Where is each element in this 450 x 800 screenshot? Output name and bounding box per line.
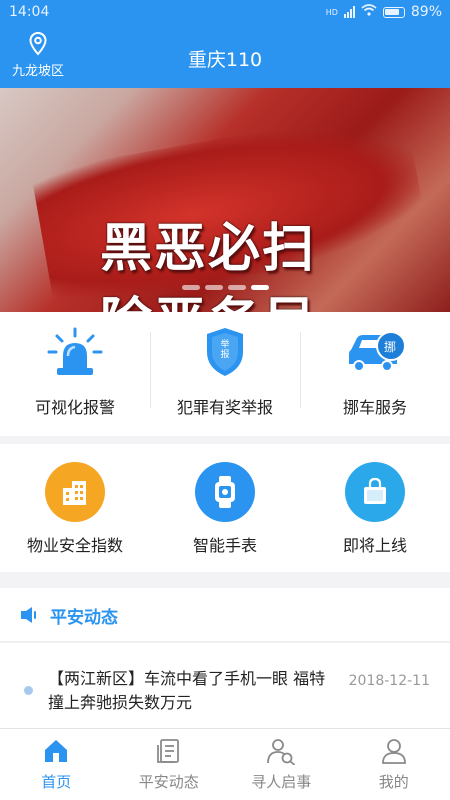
report-badge-text: 举报 <box>220 340 230 360</box>
service-move-car[interactable]: 挪 挪车服务 <box>300 312 450 436</box>
tab-label: 首页 <box>41 773 72 791</box>
app-header: 九龙坡区 重庆110 <box>0 26 450 88</box>
report-badge-icon: 举报 <box>203 326 247 378</box>
service-label: 物业安全指数 <box>26 536 123 555</box>
service-crime-report[interactable]: 举报 犯罪有奖举报 <box>150 312 300 436</box>
tab-label: 平安动态 <box>138 773 199 791</box>
list-bullet <box>24 686 33 695</box>
tab-label: 寻人启事 <box>251 773 312 791</box>
carousel-indicator <box>0 285 450 290</box>
service-smart-watch[interactable]: 智能手表 <box>150 444 300 572</box>
banner-line1: 黑恶必扫 <box>100 218 317 279</box>
tab-news[interactable]: 平安动态 <box>113 729 226 800</box>
speaker-icon <box>20 606 40 628</box>
carousel-dot[interactable] <box>181 285 200 290</box>
signal-icon <box>343 6 355 18</box>
services-row-1: 可视化报警 举报 犯罪有奖举报 挪 挪车服务 <box>0 312 450 436</box>
move-car-badge-text: 挪 <box>384 340 397 354</box>
wifi-icon <box>361 4 377 20</box>
tab-missing-persons[interactable]: 寻人启事 <box>225 729 338 800</box>
service-property-safety[interactable]: 物业安全指数 <box>0 444 150 572</box>
tab-label: 我的 <box>378 773 409 791</box>
battery-icon <box>382 6 405 18</box>
status-bar: 14:04 HD 89% <box>0 0 450 26</box>
move-car-icon: 挪 <box>343 326 407 378</box>
shopping-bag-icon <box>345 462 405 522</box>
carousel-dot[interactable] <box>227 285 246 290</box>
service-label: 挪车服务 <box>342 398 407 417</box>
tab-profile[interactable]: 我的 <box>338 729 450 800</box>
battery-percent: 89% <box>410 4 442 20</box>
user-icon <box>380 737 408 769</box>
carousel-dot-active[interactable] <box>250 285 269 290</box>
network-hd-label: HD <box>325 7 338 17</box>
service-visual-alarm[interactable]: 可视化报警 <box>0 312 150 436</box>
status-time: 14:04 <box>9 4 50 20</box>
building-icon <box>45 462 105 522</box>
status-icons: HD 89% <box>326 4 442 20</box>
smart-watch-icon <box>195 462 255 522</box>
service-label: 即将上线 <box>342 536 407 555</box>
news-section-header: 平安动态 <box>0 588 450 642</box>
news-icon <box>155 737 183 769</box>
tab-home[interactable]: 首页 <box>0 729 113 800</box>
news-section-title: 平安动态 <box>50 608 118 628</box>
news-headline: 【两江新区】车流中看了手机一眼 福特撞上奔驰损失数万元 <box>48 669 326 712</box>
page-title: 重庆110 <box>187 49 263 71</box>
news-date: 2018-12-11 <box>348 673 430 689</box>
banner-carousel[interactable]: 黑恶必扫 除恶务尽 <box>0 88 450 312</box>
alarm-siren-icon <box>45 326 105 382</box>
service-label: 犯罪有奖举报 <box>176 398 273 417</box>
services-row-2: 物业安全指数 智能手表 即将上线 <box>0 444 450 572</box>
service-label: 可视化报警 <box>34 398 115 417</box>
bottom-tab-bar: 首页 平安动态 寻人启事 我的 <box>0 728 450 800</box>
service-label: 智能手表 <box>192 536 257 555</box>
service-coming-soon[interactable]: 即将上线 <box>300 444 450 572</box>
news-list: 【两江新区】车流中看了手机一眼 福特撞上奔驰损失数万元 2018-12-11 <box>0 643 450 728</box>
home-icon <box>42 737 70 769</box>
search-person-icon <box>266 737 296 769</box>
carousel-dot[interactable] <box>204 285 223 290</box>
